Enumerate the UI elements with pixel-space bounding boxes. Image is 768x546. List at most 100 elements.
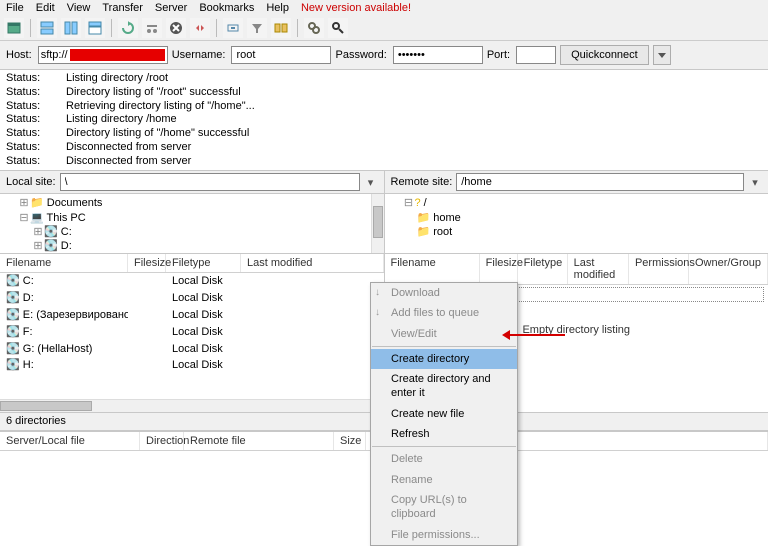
tree-item[interactable]: ⊞📁 Documents — [18, 196, 380, 210]
log-message: Retrieving directory listing of "/home".… — [66, 100, 255, 114]
download-icon: ↓ — [375, 306, 380, 319]
menu-separator — [372, 346, 516, 347]
local-file-list[interactable]: 💽 C:Local Disk💽 D:Local Disk💽 E: (Зарезе… — [0, 273, 384, 412]
drive-icon: 💽 — [6, 292, 20, 304]
tree-item[interactable]: ⊞💽 C: — [32, 225, 380, 239]
menu-server[interactable]: Server — [155, 2, 187, 14]
tree-item[interactable]: 📁 home — [417, 211, 765, 225]
table-row[interactable]: 💽 E: (Зарезервировано сис...Local Disk — [0, 307, 384, 324]
remote-tree[interactable]: ⊟? / 📁 home 📁 root — [385, 194, 768, 254]
toolbar — [0, 16, 768, 41]
table-row[interactable]: 💽 D:Local Disk — [0, 290, 384, 307]
menu-transfer[interactable]: Transfer — [102, 2, 143, 14]
reconnect-button[interactable] — [223, 18, 243, 38]
menu-file[interactable]: File — [6, 2, 24, 14]
menu-view[interactable]: View — [67, 2, 91, 14]
local-path-input[interactable] — [60, 173, 360, 191]
drive-icon: 💽 — [6, 343, 20, 355]
context-item-copy-url-s-to-clipboard: Copy URL(s) to clipboard — [371, 490, 517, 525]
col-lastmod[interactable]: Last modified — [568, 254, 629, 284]
context-item-refresh[interactable]: Refresh — [371, 424, 517, 444]
log-label: Status: — [6, 127, 66, 141]
context-menu: ↓Download↓Add files to queueView/EditCre… — [370, 282, 518, 546]
host-redacted — [70, 49, 165, 61]
menu-bookmarks[interactable]: Bookmarks — [199, 2, 254, 14]
log-label: Status: — [6, 100, 66, 114]
filter-button[interactable] — [247, 18, 267, 38]
local-file-header: Filename Filesize Filetype Last modified — [0, 254, 384, 273]
table-row[interactable]: 💽 G: (HellaHost)Local Disk — [0, 341, 384, 358]
disconnect-button[interactable] — [190, 18, 210, 38]
password-input[interactable] — [393, 46, 483, 64]
context-item-rename: Rename — [371, 470, 517, 490]
quickconnect-button[interactable]: Quickconnect — [560, 45, 649, 65]
refresh-button[interactable] — [118, 18, 138, 38]
site-manager-button[interactable] — [4, 18, 24, 38]
tree-item[interactable]: 📁 root — [417, 225, 765, 239]
host-label: Host: — [6, 49, 32, 61]
q-col-size[interactable]: Size — [334, 432, 366, 450]
table-row[interactable]: 💽 F:Local Disk — [0, 324, 384, 341]
col-owner[interactable]: Owner/Group — [689, 254, 768, 284]
host-protocol: sftp:// — [39, 49, 70, 61]
separator — [111, 19, 112, 37]
tree-item[interactable]: ⊞💽 D: — [32, 239, 380, 253]
col-permissions[interactable]: Permissions — [629, 254, 689, 284]
sync-browse-button[interactable] — [304, 18, 324, 38]
compare-button[interactable] — [271, 18, 291, 38]
tree-item[interactable]: ⊟? / 📁 home 📁 root — [403, 196, 765, 239]
q-col-direction[interactable]: Direction — [140, 432, 184, 450]
menu-new-version[interactable]: New version available! — [301, 2, 411, 14]
separator — [297, 19, 298, 37]
scrollbar-vertical[interactable] — [371, 194, 384, 253]
col-filesize[interactable]: Filesize — [128, 254, 166, 272]
col-filename[interactable]: Filename — [0, 254, 128, 272]
context-item-create-directory[interactable]: Create directory — [371, 349, 517, 369]
quickconnect-dropdown[interactable] — [653, 45, 671, 65]
remote-file-header: Filename Filesize Filetype Last modified… — [385, 254, 768, 285]
context-item-delete: Delete — [371, 449, 517, 469]
local-tree[interactable]: ⊞📁 Documents ⊟💻 This PC ⊞💽 C: ⊞💽 D: — [0, 194, 384, 254]
cancel-button[interactable] — [166, 18, 186, 38]
port-label: Port: — [487, 49, 510, 61]
toggle-log-button[interactable] — [37, 18, 57, 38]
menu-edit[interactable]: Edit — [36, 2, 55, 14]
log-label: Status: — [6, 86, 66, 100]
context-item-add-files-to-queue: ↓Add files to queue — [371, 303, 517, 323]
col-filesize[interactable]: Filesize — [480, 254, 518, 284]
context-item-create-new-file[interactable]: Create new file — [371, 404, 517, 424]
toggle-tree-button[interactable] — [61, 18, 81, 38]
col-lastmod[interactable]: Last modified — [241, 254, 384, 272]
process-queue-button[interactable] — [142, 18, 162, 38]
find-button[interactable] — [328, 18, 348, 38]
context-item-download: ↓Download — [371, 283, 517, 303]
remote-path-dropdown[interactable]: ▾ — [748, 176, 762, 189]
local-path-dropdown[interactable]: ▾ — [364, 176, 378, 189]
host-input[interactable]: sftp:// — [38, 46, 168, 64]
remote-path-input[interactable] — [456, 173, 744, 191]
col-filename[interactable]: Filename — [385, 254, 480, 284]
username-label: Username: — [172, 49, 226, 61]
q-col-remotefile[interactable]: Remote file — [184, 432, 334, 450]
toggle-queue-button[interactable] — [85, 18, 105, 38]
col-filetype[interactable]: Filetype — [518, 254, 568, 284]
local-site-label: Local site: — [6, 176, 56, 188]
log-message: Disconnected from server — [66, 155, 191, 169]
q-col-serverfile[interactable]: Server/Local file — [0, 432, 140, 450]
separator — [216, 19, 217, 37]
table-row[interactable]: 💽 C:Local Disk — [0, 273, 384, 290]
col-filetype[interactable]: Filetype — [166, 254, 241, 272]
context-item-file-permissions-: File permissions... — [371, 525, 517, 545]
remote-site-label: Remote site: — [391, 176, 453, 188]
port-input[interactable] — [516, 46, 556, 64]
drive-icon: 💽 — [6, 275, 20, 287]
username-input[interactable] — [231, 46, 331, 64]
scrollbar-horizontal[interactable] — [0, 399, 371, 412]
context-item-create-directory-and-enter-it[interactable]: Create directory and enter it — [371, 369, 517, 404]
menu-help[interactable]: Help — [266, 2, 289, 14]
tree-item[interactable]: ⊟💻 This PC ⊞💽 C: ⊞💽 D: — [18, 211, 380, 254]
table-row[interactable]: 💽 H:Local Disk — [0, 357, 384, 374]
annotation-arrow — [505, 334, 565, 336]
password-label: Password: — [335, 49, 386, 61]
log-label: Status: — [6, 72, 66, 86]
